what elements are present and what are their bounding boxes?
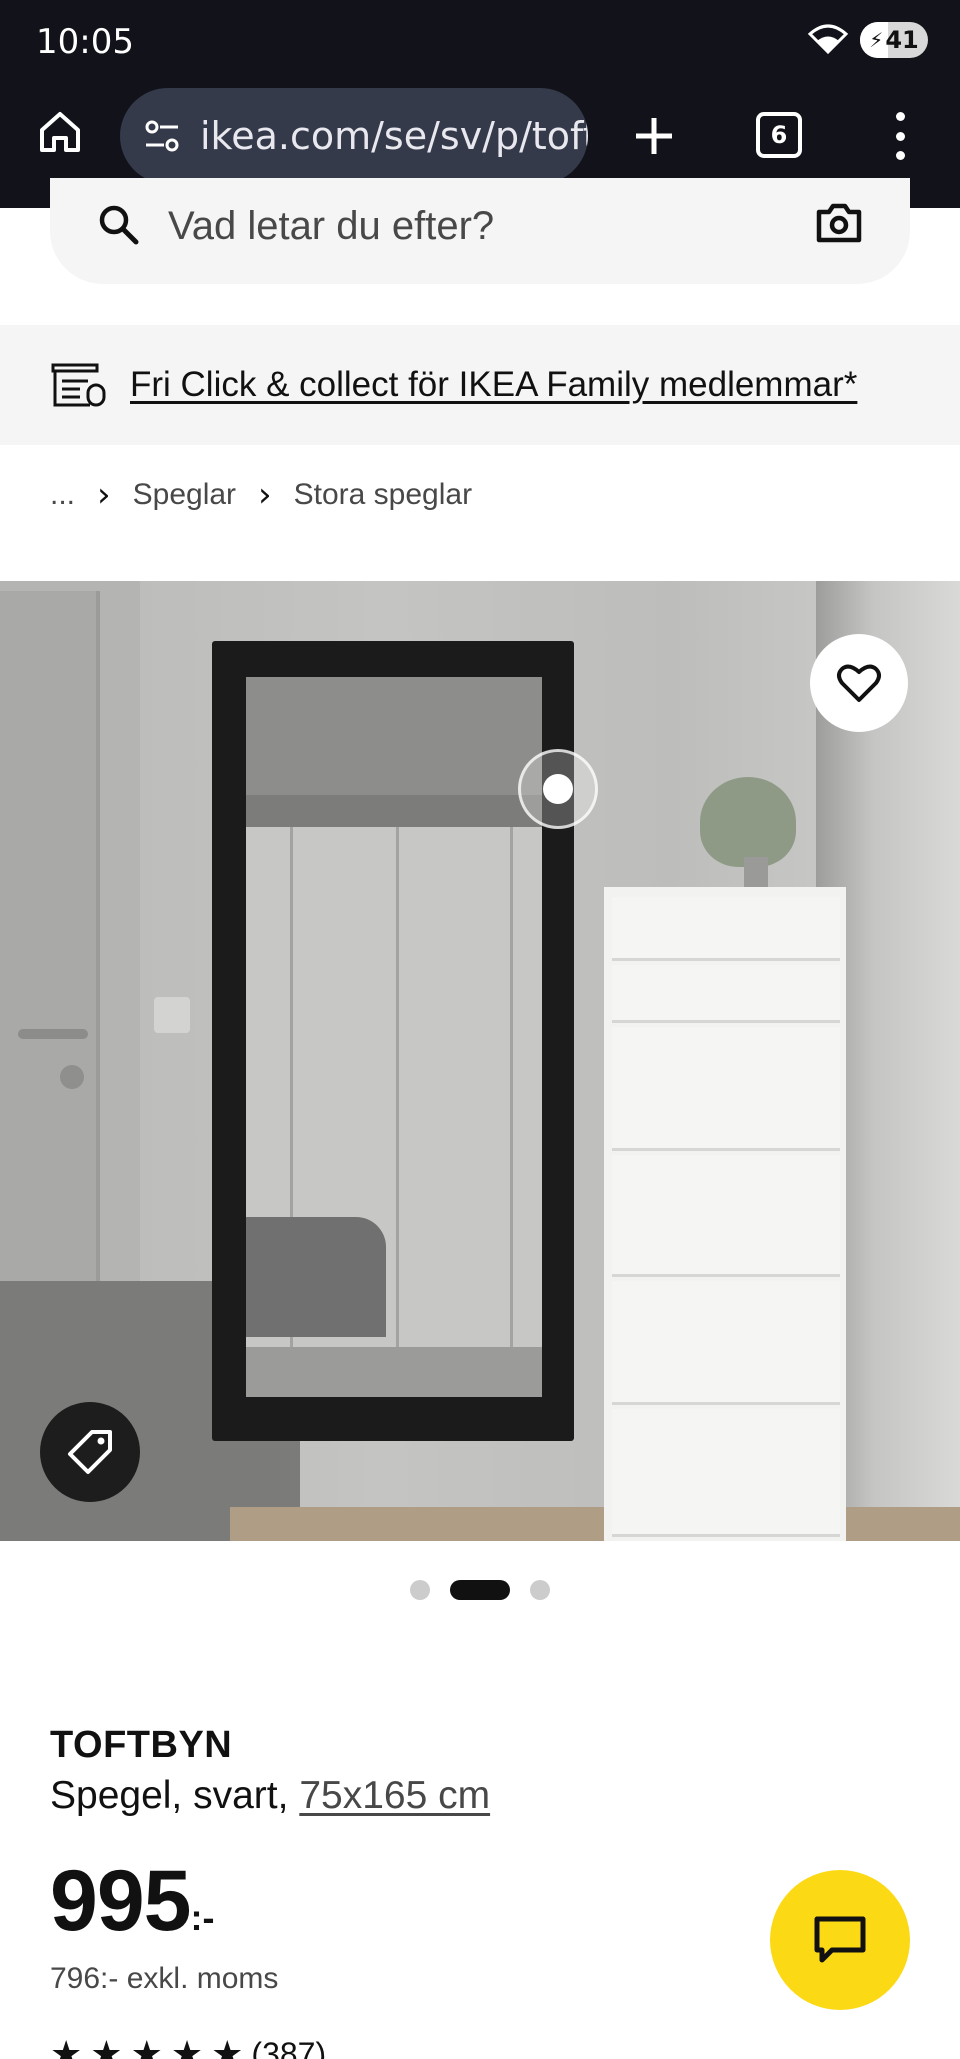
price-excl-vat: 796:- exkl. moms (50, 1962, 279, 1995)
chevron-right-icon: › (258, 475, 272, 515)
search-icon[interactable] (96, 202, 140, 246)
product-type: Spegel, svart, (50, 1774, 289, 1817)
address-bar[interactable]: ikea.com/se/sv/p/toft (120, 88, 588, 184)
breadcrumb-item-speglar[interactable]: Speglar (133, 478, 236, 512)
product-description: Spegel, svart, 75x165 cm (50, 1774, 490, 1818)
carousel-indicator (0, 1580, 960, 1600)
battery-indicator: ⚡ 41 (860, 22, 928, 58)
tag-icon (68, 1430, 112, 1474)
search-input[interactable] (168, 196, 768, 256)
product-image[interactable] (0, 581, 960, 1541)
size-link[interactable]: 75x165 cm (299, 1774, 490, 1817)
camera-icon[interactable] (814, 198, 864, 248)
browser-toolbar: 10:05 ⚡ 41 ikea.com/se/sv/p/toft 6 (0, 0, 960, 208)
breadcrumb: ... › Speglar › Stora speglar (50, 475, 472, 515)
light-switch (154, 997, 190, 1033)
more-menu-icon[interactable] (880, 112, 920, 160)
battery-level: 41 (885, 26, 919, 54)
star-icon: ★ (211, 2034, 244, 2059)
star-icon: ★ (50, 2034, 83, 2059)
chat-button[interactable] (770, 1870, 910, 2010)
star-icon: ★ (130, 2034, 163, 2059)
rating-count: (387) (251, 2036, 327, 2059)
home-icon[interactable] (36, 108, 84, 156)
new-tab-icon[interactable] (630, 112, 678, 160)
heart-icon (837, 664, 881, 702)
plant (700, 777, 796, 867)
carousel-dot[interactable] (410, 1580, 430, 1600)
status-icons: ⚡ 41 (806, 22, 928, 58)
price-amount: 995 (50, 1853, 191, 1949)
star-icon: ★ (90, 2034, 123, 2059)
promo-link[interactable]: Fri Click & collect för IKEA Family medl… (130, 365, 857, 405)
store-pickup-icon (51, 363, 106, 407)
chevron-right-icon: › (97, 475, 111, 515)
mirror-glass (246, 677, 542, 1397)
carousel-dot-active[interactable] (450, 1580, 510, 1600)
product-name: TOFTBYN (50, 1724, 233, 1766)
wifi-icon (807, 24, 849, 55)
url-text[interactable]: ikea.com/se/sv/p/toft (200, 114, 588, 158)
carousel-dot[interactable] (530, 1580, 550, 1600)
site-settings-icon[interactable] (140, 114, 184, 158)
status-time: 10:05 (36, 22, 134, 62)
shop-the-look-button[interactable] (40, 1402, 140, 1502)
product-price: 995:- (50, 1858, 214, 1944)
tab-count: 6 (770, 121, 788, 149)
product-rating[interactable]: ★ ★ ★ ★ ★ (387) (50, 2034, 326, 2059)
wishlist-button[interactable] (810, 634, 908, 732)
price-suffix: :- (190, 1897, 215, 1938)
battery-charging-icon: ⚡ (869, 28, 884, 52)
promo-banner: Fri Click & collect för IKEA Family medl… (0, 325, 960, 445)
product-hotspot[interactable] (518, 749, 598, 829)
tabs-icon[interactable]: 6 (756, 112, 802, 158)
breadcrumb-item-stora-speglar[interactable]: Stora speglar (294, 478, 472, 512)
breadcrumb-ellipsis[interactable]: ... (50, 478, 75, 512)
chat-icon (814, 1916, 866, 1963)
star-icon: ★ (170, 2034, 204, 2059)
